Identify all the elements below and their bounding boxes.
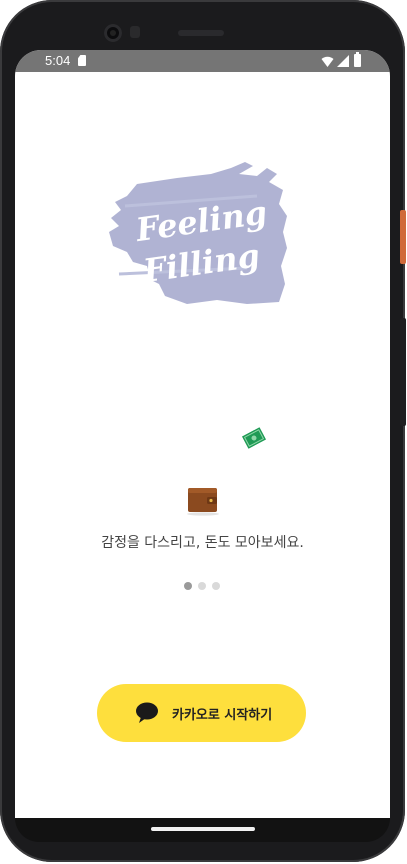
page-indicator — [184, 582, 224, 592]
wallet-icon — [187, 488, 219, 516]
app-screen: 5:04 Feeling Filling 감정을 다스리고, 돈도 모아보세요.… — [15, 50, 390, 818]
app-logo: Feeling Filling — [109, 162, 287, 304]
earpiece-speaker — [178, 30, 224, 36]
home-gesture-handle[interactable] — [151, 827, 255, 831]
kakao-login-label: 카카오로 시작하기 — [172, 708, 273, 723]
power-button — [400, 210, 406, 264]
sim-card-icon — [78, 55, 86, 66]
signal-icon — [337, 55, 349, 67]
top-bezel — [0, 0, 405, 50]
onboarding-tagline: 감정을 다스리고, 돈도 모아보세요. — [101, 535, 304, 551]
volume-button — [400, 318, 406, 426]
page-dot-1[interactable] — [184, 582, 192, 590]
front-camera — [104, 24, 122, 42]
page-dot-2[interactable] — [198, 582, 206, 590]
wifi-icon — [321, 56, 334, 67]
chat-bubble-icon — [136, 702, 158, 723]
money-bill-icon — [241, 427, 267, 449]
navigation-bar — [15, 818, 390, 842]
phone-frame: 5:04 Feeling Filling 감정을 다스리고, 돈도 모아보세요.… — [0, 0, 406, 862]
page-dot-3[interactable] — [212, 582, 220, 590]
status-bar: 5:04 — [15, 50, 390, 72]
battery-icon — [354, 52, 361, 67]
sensor — [130, 26, 140, 38]
status-time: 5:04 — [45, 53, 71, 68]
kakao-login-button[interactable]: 카카오로 시작하기 — [97, 684, 306, 742]
